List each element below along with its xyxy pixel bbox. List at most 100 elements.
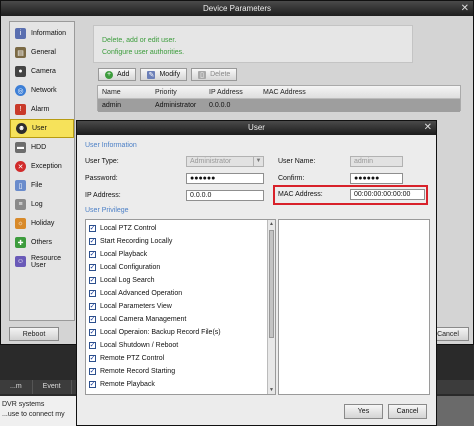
file-icon: ▯ (15, 180, 26, 191)
checkbox-checked-icon[interactable]: ✓ (89, 368, 96, 375)
password-field[interactable]: ●●●●●● (186, 173, 264, 184)
sidebar-item-label: Log (31, 201, 43, 208)
sidebar-item-file[interactable]: ▯ File (10, 176, 74, 195)
sidebar-item-label: Exception (31, 163, 62, 170)
checkbox-checked-icon[interactable]: ✓ (89, 290, 96, 297)
holiday-icon: ☼ (15, 218, 26, 229)
column-header[interactable]: Name (98, 89, 151, 96)
checkbox-checked-icon[interactable]: ✓ (89, 316, 96, 323)
privilege-item[interactable]: ✓ Local Advanced Operation (89, 287, 182, 300)
privilege-item[interactable]: ✓ Local Configuration (89, 261, 160, 274)
table-row[interactable]: admin Administrator 0.0.0.0 (98, 99, 460, 112)
sidebar-item-label: General (31, 49, 56, 56)
dialog-title: User (77, 121, 436, 135)
close-icon[interactable]: ✕ (461, 2, 469, 15)
dialog-cancel-button[interactable]: Cancel (388, 404, 427, 419)
mac-address-label: MAC Address: (278, 191, 323, 198)
privilege-item[interactable]: ✓ Local PTZ Control (89, 222, 156, 235)
toolbar: + Add ✎ Modify ▯ Delete (98, 68, 238, 81)
background-tab-event[interactable]: Event (33, 380, 72, 394)
checkbox-checked-icon[interactable]: ✓ (89, 225, 96, 232)
sidebar-item-label: Resource User (31, 254, 61, 269)
column-header[interactable]: MAC Address (259, 89, 379, 96)
ip-address-label: IP Address: (85, 192, 121, 199)
column-header[interactable]: IP Address (205, 89, 259, 96)
checkbox-checked-icon[interactable]: ✓ (89, 303, 96, 310)
checkbox-checked-icon[interactable]: ✓ (89, 342, 96, 349)
user-name-field[interactable]: admin (350, 156, 403, 167)
sidebar-item-others[interactable]: ✚ Others (10, 233, 74, 252)
sidebar-item-label: HDD (31, 144, 47, 151)
sidebar-item-label: Camera (31, 68, 56, 75)
privilege-item[interactable]: ✓ Local Shutdown / Reboot (89, 339, 178, 352)
network-icon: ◎ (15, 85, 26, 96)
privilege-item[interactable]: ✓ Local Parameters View (89, 300, 172, 313)
table-header: Name Priority IP Address MAC Address (98, 86, 460, 99)
checkbox-checked-icon[interactable]: ✓ (89, 381, 96, 388)
cell-priority: Administrator (155, 102, 197, 109)
column-header[interactable]: Priority (151, 89, 205, 96)
sidebar: i Information ▤ General ● Camera ◎ Netwo… (9, 21, 75, 321)
privilege-item[interactable]: ✓ Remote PTZ Control (89, 352, 164, 365)
sidebar-item-information[interactable]: i Information (10, 24, 74, 43)
privilege-item[interactable]: ✓ Remote Record Starting (89, 365, 175, 378)
section-user-information: User Information (85, 142, 137, 149)
cell-ip: 0.0.0.0 (209, 102, 231, 109)
hdd-icon: ▬ (15, 142, 26, 153)
add-button[interactable]: + Add (98, 68, 137, 81)
close-icon[interactable]: ✕ (424, 121, 432, 135)
scroll-up-icon[interactable]: ▲ (268, 220, 275, 228)
checkbox-checked-icon[interactable]: ✓ (89, 277, 96, 284)
sidebar-item-label: Others (31, 239, 53, 246)
user-type-select[interactable]: Administrator ▼ (186, 156, 264, 167)
delete-button[interactable]: ▯ Delete (191, 68, 238, 81)
modify-button[interactable]: ✎ Modify (140, 68, 188, 81)
sidebar-item-alarm[interactable]: ! Alarm (10, 100, 74, 119)
sidebar-item-holiday[interactable]: ☼ Holiday (10, 214, 74, 233)
modify-icon: ✎ (147, 70, 156, 79)
ip-address-field[interactable]: 0.0.0.0 (186, 190, 264, 201)
user-type-label: User Type: (85, 158, 119, 165)
privilege-scrollbar[interactable]: ▲ ▼ (267, 220, 275, 394)
camera-icon: ● (15, 66, 26, 77)
mac-address-field[interactable]: 00:00:00:00:00:00 (350, 189, 425, 200)
checkbox-checked-icon[interactable]: ✓ (89, 355, 96, 362)
yes-button[interactable]: Yes (344, 404, 383, 419)
user-dialog: User ✕ User Information User Type: Admin… (76, 120, 437, 426)
checkbox-checked-icon[interactable]: ✓ (89, 238, 96, 245)
sidebar-item-resource-user[interactable]: ☺ Resource User (10, 252, 74, 271)
privilege-item[interactable]: ✓ Local Camera Management (89, 313, 186, 326)
privilege-item[interactable]: ✓ Local Log Search (89, 274, 154, 287)
sidebar-item-network[interactable]: ◎ Network (10, 81, 74, 100)
background-text: DVR systems ...use to connect my (0, 396, 78, 426)
scrollbar-thumb[interactable] (269, 230, 274, 338)
sidebar-item-exception[interactable]: ✕ Exception (10, 157, 74, 176)
confirm-password-field[interactable]: ●●●●●● (350, 173, 403, 184)
sidebar-item-user[interactable]: ☻ User (10, 119, 74, 138)
others-icon: ✚ (15, 237, 26, 248)
privilege-item[interactable]: ✓ Local Playback (89, 248, 147, 261)
delete-icon: ▯ (198, 70, 207, 79)
alarm-icon: ! (15, 104, 26, 115)
sidebar-item-label: File (31, 182, 43, 189)
checkbox-checked-icon[interactable]: ✓ (89, 329, 96, 336)
privilege-item[interactable]: ✓ Local Operaion: Backup Record File(s) (89, 326, 221, 339)
reboot-button[interactable]: Reboot (9, 327, 59, 341)
background-tab[interactable]: ...m (0, 380, 33, 394)
privilege-item[interactable]: ✓ Start Recording Locally (89, 235, 172, 248)
checkbox-checked-icon[interactable]: ✓ (89, 264, 96, 271)
add-icon: + (105, 70, 113, 79)
checkbox-checked-icon[interactable]: ✓ (89, 251, 96, 258)
scroll-down-icon[interactable]: ▼ (268, 386, 275, 394)
info-line: Delete, add or edit user. (102, 37, 177, 44)
sidebar-item-label: Information (31, 30, 67, 37)
sidebar-item-log[interactable]: ≡ Log (10, 195, 74, 214)
sidebar-item-camera[interactable]: ● Camera (10, 62, 74, 81)
cell-name: admin (102, 102, 122, 109)
privilege-item[interactable]: ✓ Remote Playback (89, 378, 155, 391)
sidebar-item-general[interactable]: ▤ General (10, 43, 74, 62)
sidebar-item-hdd[interactable]: ▬ HDD (10, 138, 74, 157)
section-user-privilege: User Privilege (85, 207, 129, 214)
resource-user-icon: ☺ (15, 256, 26, 267)
info-icon: i (15, 28, 26, 39)
